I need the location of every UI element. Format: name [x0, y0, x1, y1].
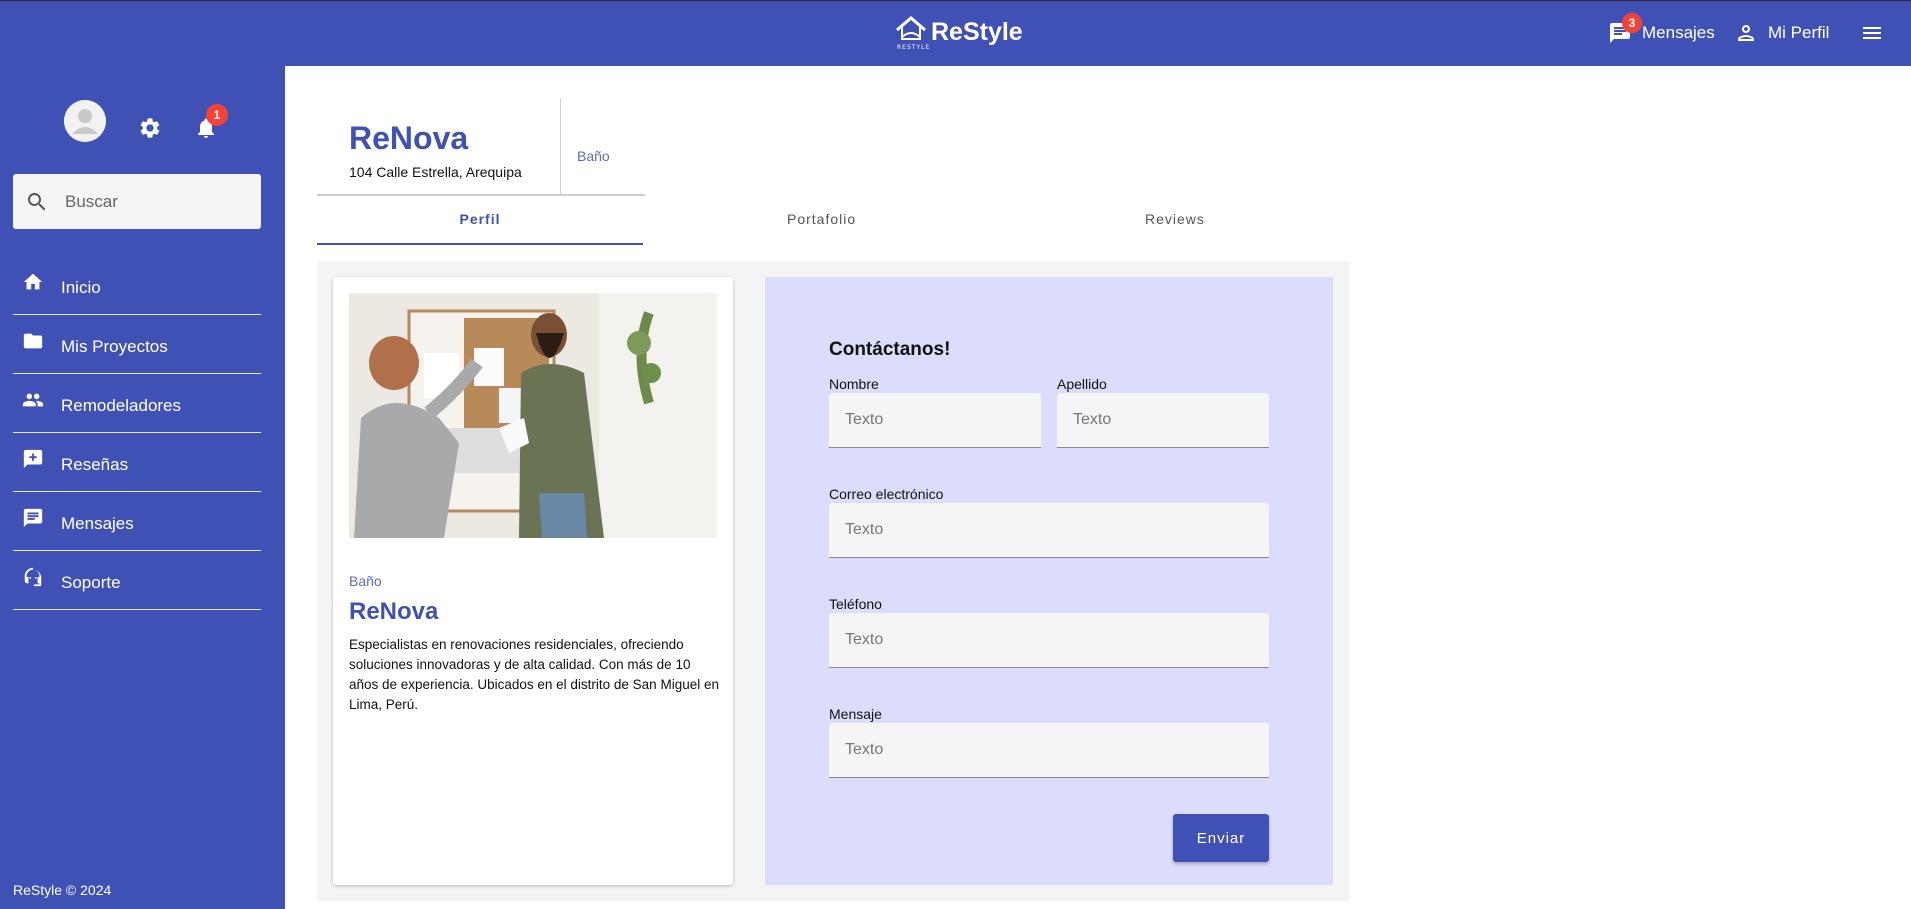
- search-box[interactable]: [13, 174, 261, 229]
- apellido-input[interactable]: [1073, 411, 1264, 429]
- telefono-label: Teléfono: [829, 596, 882, 612]
- sidebar-item-label: Mensajes: [61, 514, 134, 533]
- sidebar-footer: ReStyle © 2024: [13, 882, 112, 898]
- business-address: 104 Calle Estrella, Arequipa: [349, 164, 522, 180]
- message-input[interactable]: [845, 741, 1241, 759]
- profile-tabs: Perfil Portafolio Reviews: [317, 201, 1347, 246]
- rate-review-icon: [23, 449, 43, 469]
- send-button[interactable]: Enviar: [1173, 814, 1269, 862]
- card-description: Especialistas en renovaciones residencia…: [349, 637, 719, 712]
- nombre-label: Nombre: [829, 376, 879, 392]
- contact-form: Contáctanos! Nombre Apellido Correo elec…: [765, 277, 1333, 885]
- card-title: ReNova: [349, 598, 439, 625]
- tab-portafolio[interactable]: Portafolio: [787, 211, 856, 227]
- house-logo-icon: RESTYLE: [894, 15, 931, 53]
- search-input[interactable]: [65, 191, 245, 212]
- sidebar-item-mis-proyectos[interactable]: Mis Proyectos: [13, 315, 261, 374]
- top-app-bar: RESTYLE ReStyle 3 Mensajes Mi Perfil: [0, 0, 1911, 66]
- active-tab-indicator: [317, 243, 643, 245]
- phone-input[interactable]: [845, 631, 1241, 649]
- email-input[interactable]: [845, 521, 1241, 539]
- card-category[interactable]: Baño: [349, 573, 382, 589]
- correo-label: Correo electrónico: [829, 486, 944, 502]
- profile-label: Mi Perfil: [1768, 23, 1830, 42]
- business-name: ReNova: [349, 120, 469, 156]
- messages-button[interactable]: 3 Mensajes: [1608, 13, 1715, 45]
- business-header-main: ReNova 104 Calle Estrella, Arequipa: [317, 98, 561, 194]
- nombre-field[interactable]: [829, 393, 1041, 448]
- sidebar-item-inicio[interactable]: Inicio: [13, 256, 261, 315]
- sidebar-nav: Inicio Mis Proyectos Remodeladores Reseñ…: [13, 256, 261, 610]
- sidebar-item-mensajes[interactable]: Mensajes: [13, 492, 261, 551]
- avatar[interactable]: [64, 100, 106, 142]
- hamburger-menu-icon: [1863, 27, 1881, 39]
- profile-button[interactable]: Mi Perfil: [1734, 21, 1829, 45]
- support-agent-icon: [24, 567, 42, 587]
- messages-label: Mensajes: [1642, 23, 1715, 42]
- email-field[interactable]: [829, 503, 1269, 558]
- notifications-badge: 1: [206, 104, 228, 126]
- business-header: ReNova 104 Calle Estrella, Arequipa Baño: [317, 98, 645, 196]
- people-icon: [22, 393, 44, 407]
- sidebar: 1 Inicio Mis Proyectos Remodeladores Res…: [0, 66, 285, 909]
- home-icon: [23, 273, 43, 290]
- sidebar-item-resenas[interactable]: Reseñas: [13, 433, 261, 492]
- messages-badge: 3: [1622, 13, 1642, 33]
- message-field[interactable]: [829, 723, 1269, 778]
- phone-field[interactable]: [829, 613, 1269, 668]
- apellido-field[interactable]: [1057, 393, 1269, 448]
- business-card: Baño ReNova Especialistas en renovacione…: [333, 277, 733, 885]
- avatar-placeholder-icon: [64, 100, 106, 142]
- tab-reviews[interactable]: Reviews: [1145, 211, 1205, 227]
- logo-subtitle: RESTYLE: [897, 44, 931, 51]
- sidebar-item-label: Soporte: [61, 573, 121, 592]
- profile-content: Baño ReNova Especialistas en renovacione…: [317, 261, 1349, 901]
- app-name: ReStyle: [931, 17, 1023, 46]
- brand-logo[interactable]: RESTYLE ReStyle: [894, 15, 1023, 53]
- tab-perfil[interactable]: Perfil: [317, 211, 643, 227]
- notifications-button[interactable]: 1: [194, 104, 228, 140]
- sidebar-item-remodeladores[interactable]: Remodeladores: [13, 374, 261, 433]
- chat-icon: [23, 508, 43, 528]
- apellido-label: Apellido: [1057, 376, 1107, 392]
- sidebar-item-label: Mis Proyectos: [61, 337, 168, 356]
- search-icon: [28, 192, 46, 210]
- sidebar-item-label: Inicio: [61, 278, 101, 297]
- mensaje-label: Mensaje: [829, 706, 882, 722]
- menu-button[interactable]: [1860, 21, 1884, 45]
- business-photo: [349, 293, 717, 538]
- sidebar-item-soporte[interactable]: Soporte: [13, 551, 261, 610]
- sidebar-item-label: Reseñas: [61, 455, 129, 474]
- person-icon: [1738, 25, 1754, 41]
- folder-icon: [23, 333, 43, 349]
- contact-form-title: Contáctanos!: [829, 339, 951, 360]
- business-category[interactable]: Baño: [577, 148, 610, 164]
- nombre-input[interactable]: [845, 411, 1036, 429]
- sidebar-item-label: Remodeladores: [61, 396, 182, 415]
- settings-button[interactable]: [138, 116, 162, 140]
- gear-icon: [140, 118, 160, 138]
